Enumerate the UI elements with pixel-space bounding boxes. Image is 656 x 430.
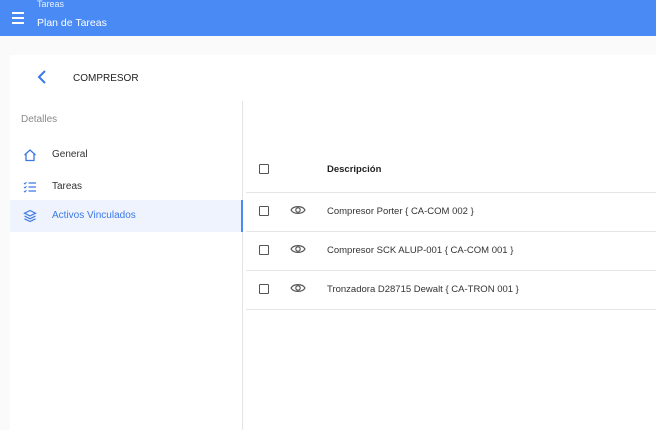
sidebar-item-tareas[interactable]: Tareas	[10, 171, 242, 203]
layers-icon	[23, 209, 37, 223]
menu-icon[interactable]	[12, 12, 24, 24]
home-icon	[24, 149, 36, 162]
asset-name: COMPRESOR	[73, 73, 139, 84]
main-panel: Descripción Compresor Porter { CA-COM 00…	[243, 101, 656, 430]
eye-icon[interactable]	[290, 204, 306, 216]
chevron-left-icon[interactable]	[36, 69, 48, 85]
row-checkbox[interactable]	[259, 284, 269, 294]
table-row[interactable]: Tronzadora D28715 Dewalt { CA-TRON 001 }	[246, 271, 656, 310]
sidebar-section-label: Detalles	[21, 114, 58, 125]
table-header-row: Descripción	[246, 149, 656, 193]
row-checkbox[interactable]	[259, 245, 269, 255]
row-description: Compresor SCK ALUP-001 { CA-COM 001 }	[327, 245, 514, 256]
sidebar-item-general[interactable]: General	[10, 139, 242, 171]
checklist-icon	[23, 181, 36, 193]
row-description: Tronzadora D28715 Dewalt { CA-TRON 001 }	[327, 284, 519, 295]
sidebar-item-activos-vinculados[interactable]: Activos Vinculados	[10, 200, 244, 232]
row-description: Compresor Porter { CA-COM 002 }	[327, 206, 474, 217]
sidebar: Detalles General Tareas Activos Vinculad…	[10, 101, 244, 430]
sidebar-item-label: General	[52, 149, 88, 160]
breadcrumb[interactable]: Tareas	[37, 0, 64, 9]
row-checkbox[interactable]	[259, 206, 269, 216]
select-all-checkbox[interactable]	[259, 164, 269, 174]
sidebar-item-label: Activos Vinculados	[52, 210, 136, 221]
sidebar-item-label: Tareas	[52, 181, 83, 192]
eye-icon[interactable]	[290, 282, 306, 294]
asset-header: COMPRESOR	[10, 55, 656, 102]
column-header-descripcion[interactable]: Descripción	[327, 164, 381, 175]
table-row[interactable]: Compresor Porter { CA-COM 002 }	[246, 193, 656, 232]
table-toolbar	[243, 101, 656, 149]
eye-icon[interactable]	[290, 243, 306, 255]
table-row[interactable]: Compresor SCK ALUP-001 { CA-COM 001 }	[246, 232, 656, 271]
page-title: Plan de Tareas	[37, 17, 107, 29]
app-bar: Tareas Plan de Tareas	[0, 0, 656, 36]
